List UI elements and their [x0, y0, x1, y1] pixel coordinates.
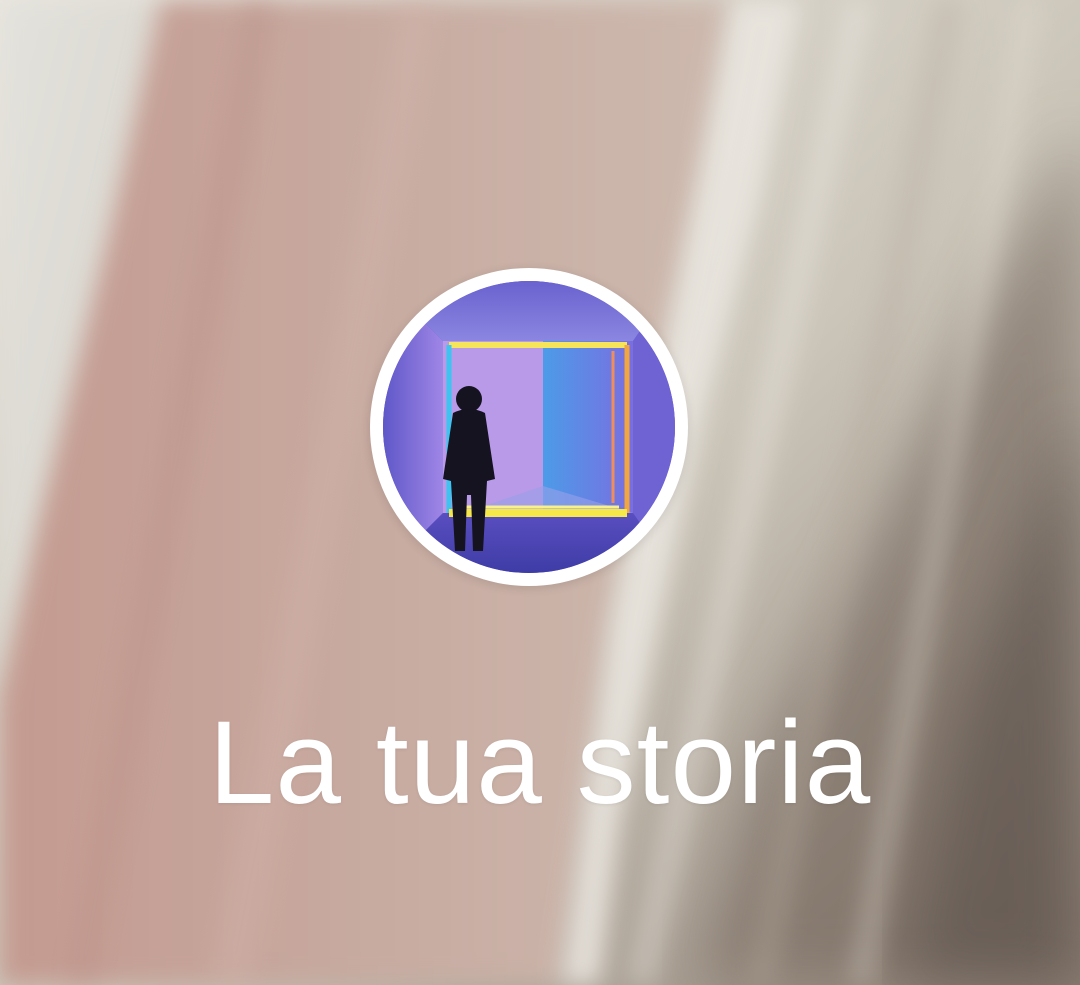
- your-story-tile[interactable]: La tua storia: [0, 0, 1080, 985]
- avatar-image: [383, 281, 675, 573]
- story-avatar-ring[interactable]: [370, 268, 688, 586]
- profile-photo-icon: [383, 281, 675, 573]
- your-story-label: La tua storia: [208, 697, 872, 829]
